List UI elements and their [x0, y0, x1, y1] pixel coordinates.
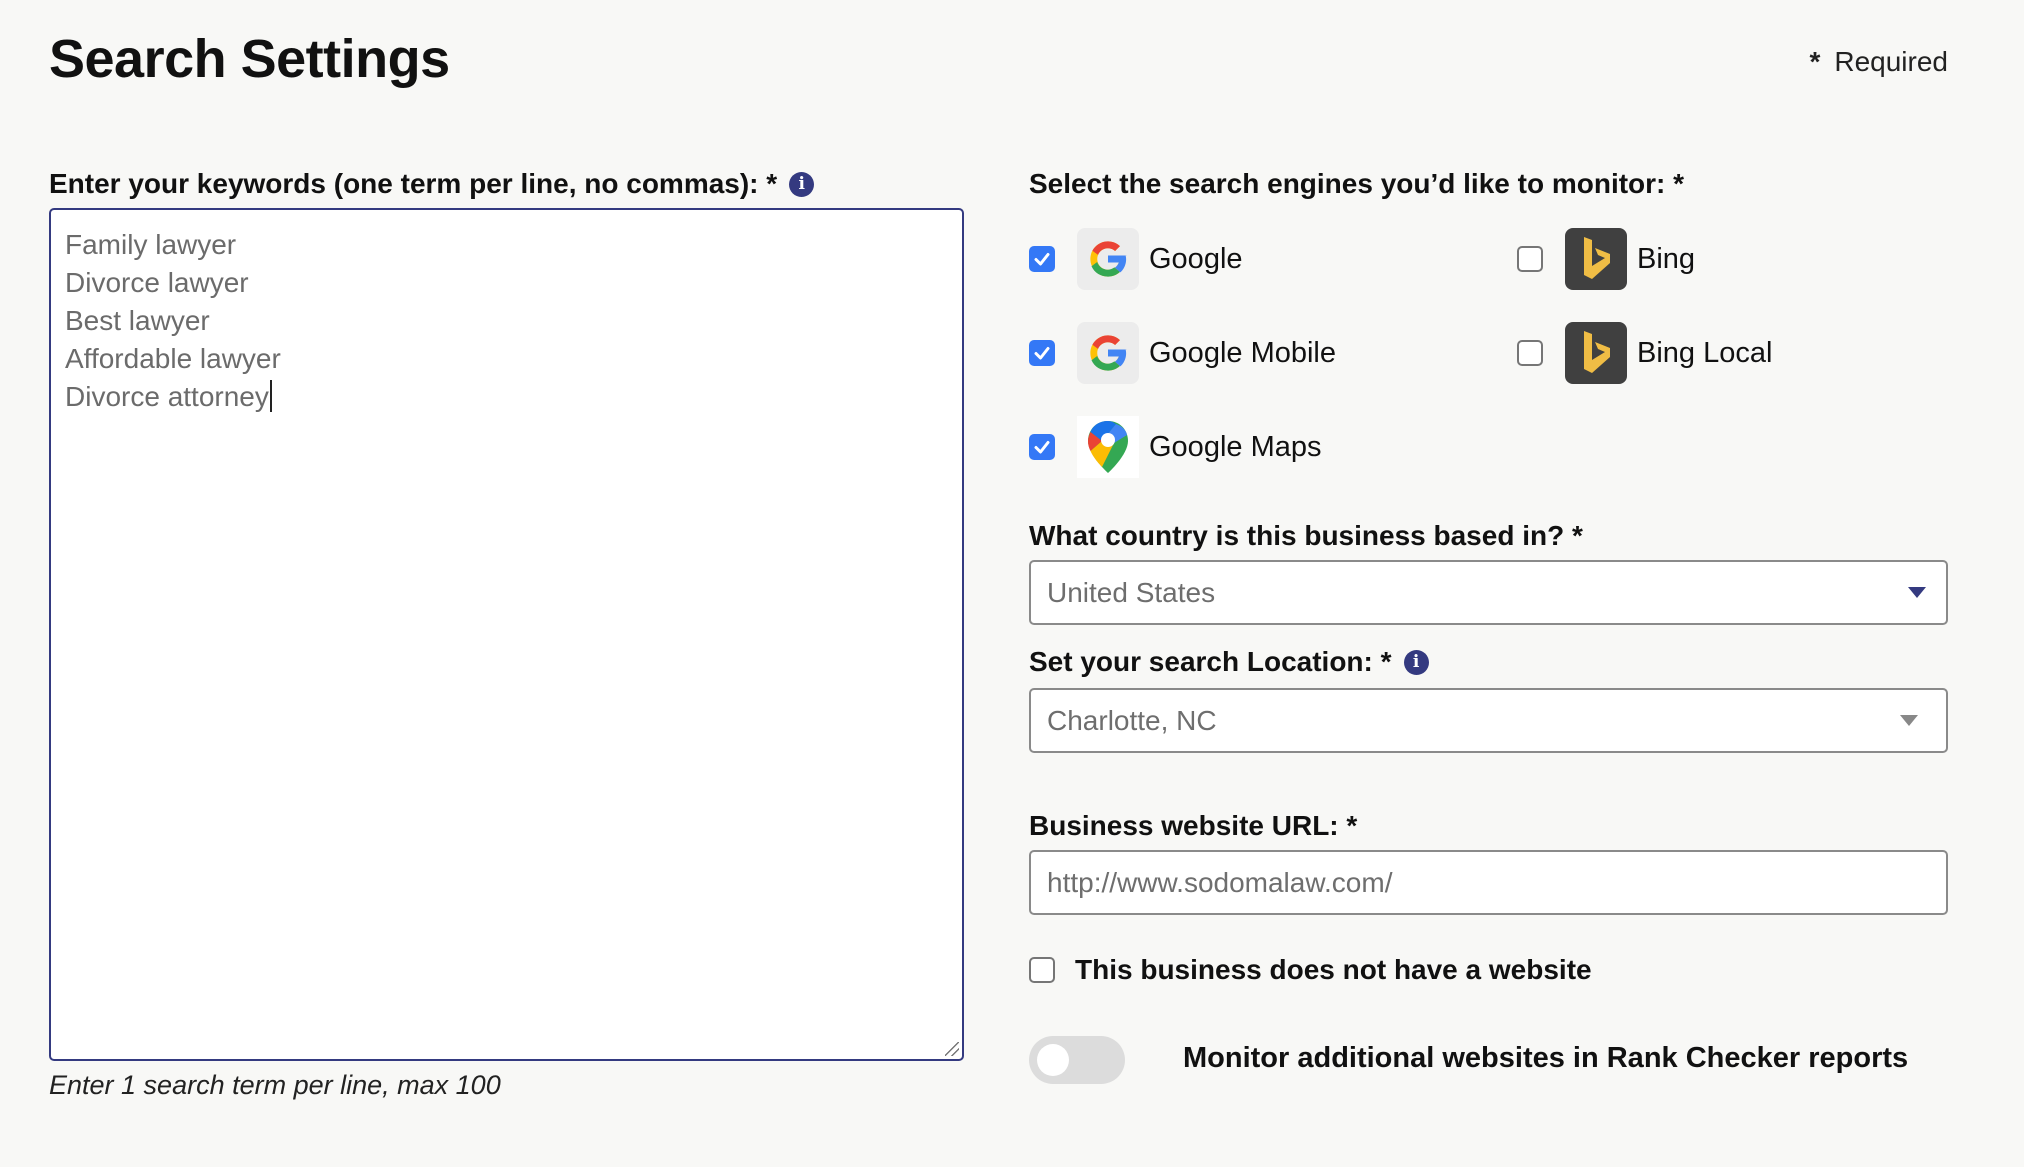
keyword-line: Affordable lawyer: [65, 343, 281, 374]
text-caret: [269, 380, 272, 412]
engine-name: Google Mobile: [1149, 336, 1336, 369]
caret-down-icon: [1908, 587, 1926, 598]
engine-google[interactable]: Google: [1029, 228, 1243, 290]
keyword-line-text: Divorce attorney: [65, 381, 269, 412]
bing-icon: [1565, 228, 1627, 290]
toggle-knob: [1037, 1044, 1069, 1076]
location-label-text: Set your search Location: *: [1029, 646, 1392, 677]
location-select[interactable]: Charlotte, NC: [1029, 688, 1948, 753]
keyword-line: Divorce lawyer: [65, 267, 249, 298]
google-icon: [1077, 228, 1139, 290]
keywords-textarea[interactable]: Family lawyer Divorce lawyer Best lawyer…: [49, 208, 964, 1061]
location-value: Charlotte, NC: [1047, 704, 1217, 736]
no-website-option[interactable]: This business does not have a website: [1029, 954, 1592, 986]
required-label: Required: [1834, 46, 1948, 77]
keyword-line-last: Divorce attorney: [65, 378, 948, 416]
monitor-additional-toggle[interactable]: [1029, 1036, 1125, 1084]
engine-google-maps[interactable]: Google Maps: [1029, 416, 1322, 478]
info-icon[interactable]: i: [789, 171, 815, 197]
keywords-label-text: Enter your keywords (one term per line, …: [49, 168, 778, 199]
checkbox-google-maps[interactable]: [1029, 434, 1055, 460]
required-legend: * Required: [1809, 46, 1948, 78]
engine-name: Google Maps: [1149, 430, 1322, 463]
monitor-additional-label: Monitor additional websites in Rank Chec…: [1183, 1042, 1909, 1074]
checkmark-icon: [1034, 441, 1050, 454]
keyword-line: Family lawyer: [65, 229, 237, 260]
checkbox-no-website[interactable]: [1029, 957, 1055, 983]
engine-google-mobile[interactable]: Google Mobile: [1029, 322, 1336, 384]
keywords-helper-text: Enter 1 search term per line, max 100: [49, 1070, 501, 1100]
engines-label: Select the search engines you’d like to …: [1029, 168, 1685, 199]
engine-name: Bing Local: [1637, 336, 1773, 369]
no-website-label: This business does not have a website: [1075, 954, 1592, 985]
page-title: Search Settings: [49, 29, 450, 89]
engine-name: Google: [1149, 242, 1243, 275]
checkbox-bing[interactable]: [1517, 246, 1543, 272]
info-icon[interactable]: i: [1403, 649, 1429, 675]
website-url-input[interactable]: http://www.sodomalaw.com/: [1029, 850, 1948, 915]
bing-icon: [1565, 322, 1627, 384]
engine-bing-local[interactable]: Bing Local: [1517, 322, 1772, 384]
checkbox-google-mobile[interactable]: [1029, 340, 1055, 366]
google-maps-icon: [1077, 416, 1139, 478]
location-label: Set your search Location: * i: [1029, 646, 1429, 678]
resize-handle[interactable]: [945, 1042, 959, 1056]
country-label: What country is this business based in? …: [1029, 520, 1583, 551]
checkbox-google[interactable]: [1029, 246, 1055, 272]
google-icon: [1077, 322, 1139, 384]
website-url-placeholder: http://www.sodomalaw.com/: [1047, 866, 1393, 898]
keyword-line: Best lawyer: [65, 305, 210, 336]
checkmark-icon: [1034, 347, 1050, 360]
country-value: United States: [1047, 576, 1216, 608]
engine-name: Bing: [1637, 242, 1696, 275]
checkbox-bing-local[interactable]: [1517, 340, 1543, 366]
keywords-label: Enter your keywords (one term per line, …: [49, 168, 815, 200]
checkmark-icon: [1034, 253, 1050, 266]
required-marker: *: [1809, 46, 1821, 77]
country-select[interactable]: United States: [1029, 560, 1948, 625]
website-label: Business website URL: *: [1029, 810, 1358, 841]
engine-bing[interactable]: Bing: [1517, 228, 1695, 290]
caret-down-icon: [1900, 715, 1918, 726]
